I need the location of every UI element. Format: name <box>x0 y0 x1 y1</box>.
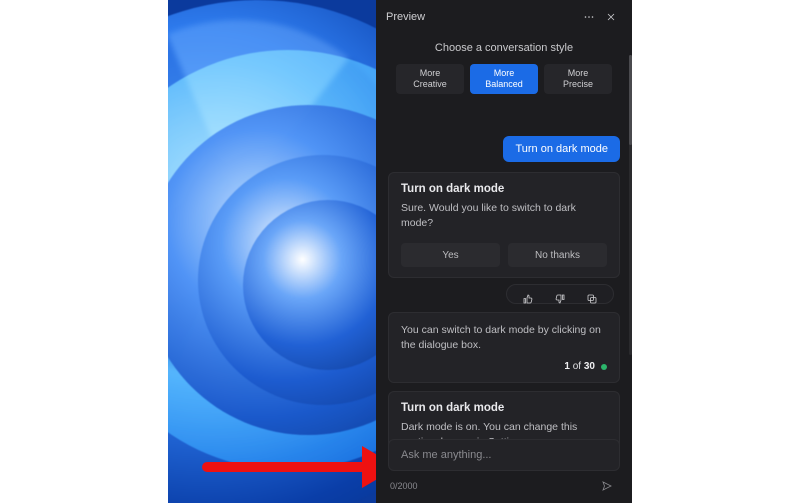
style-option-line2: Balanced <box>485 79 523 90</box>
style-option-line1: More <box>420 68 441 79</box>
dislike-button[interactable] <box>549 288 571 310</box>
more-options-button[interactable] <box>578 6 600 28</box>
style-option-precise[interactable]: More Precise <box>544 64 612 94</box>
copy-icon <box>586 293 598 305</box>
style-option-creative[interactable]: More Creative <box>396 64 464 94</box>
send-button[interactable] <box>596 475 618 497</box>
style-segmented-control: More Creative More Balanced More Precise <box>390 64 618 94</box>
thumbs-down-icon <box>554 293 566 305</box>
more-horizontal-icon <box>583 11 595 23</box>
ask-input[interactable] <box>399 448 609 462</box>
reaction-toolbar <box>388 284 620 304</box>
turn-counter: 1 of 30 <box>401 361 607 372</box>
user-message-bubble: Turn on dark mode <box>503 136 620 162</box>
close-button[interactable] <box>600 6 622 28</box>
copilot-panel: Preview Choose a conversation style More… <box>376 0 632 503</box>
choice-yes-button[interactable]: Yes <box>401 243 500 267</box>
assistant-card-prompt: Turn on dark mode Sure. Would you like t… <box>388 172 620 278</box>
style-caption: Choose a conversation style <box>390 42 618 54</box>
style-option-line1: More <box>568 68 589 79</box>
desktop-wallpaper <box>168 0 376 503</box>
send-icon <box>601 480 613 492</box>
card-body: You can switch to dark mode by clicking … <box>401 323 607 353</box>
thumbs-up-icon <box>522 293 534 305</box>
panel-title: Preview <box>386 11 578 23</box>
choice-no-button[interactable]: No thanks <box>508 243 607 267</box>
card-title: Turn on dark mode <box>401 183 607 195</box>
style-option-line1: More <box>494 68 515 79</box>
style-option-line2: Precise <box>563 79 593 90</box>
assistant-card-instruction: You can switch to dark mode by clicking … <box>388 312 620 383</box>
close-icon <box>605 11 617 23</box>
card-title: Turn on dark mode <box>401 402 607 414</box>
ask-input-container[interactable] <box>388 439 620 471</box>
card-body: Sure. Would you like to switch to dark m… <box>401 201 607 231</box>
style-option-balanced[interactable]: More Balanced <box>470 64 538 94</box>
copy-button[interactable] <box>581 288 603 310</box>
like-button[interactable] <box>517 288 539 310</box>
status-dot-icon <box>601 364 607 370</box>
char-counter: 0/2000 <box>390 481 418 491</box>
style-option-line2: Creative <box>413 79 447 90</box>
scrollbar-thumb[interactable] <box>629 55 632 145</box>
